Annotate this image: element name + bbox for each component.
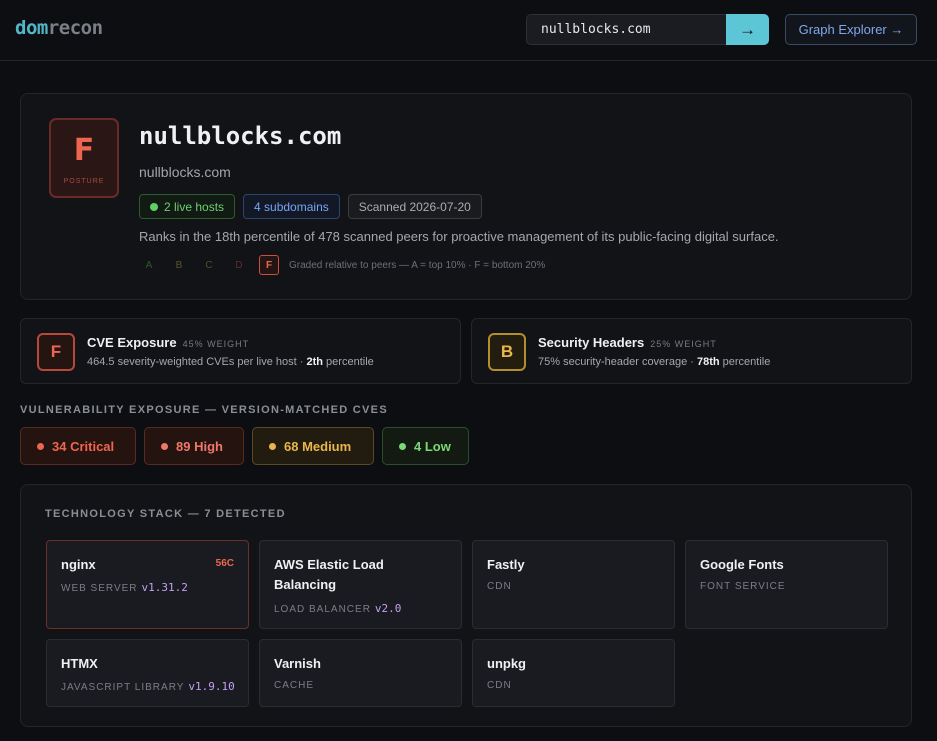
summary-pills: 2 live hosts 4 subdomains Scanned 2026-0…	[139, 194, 482, 219]
metric-title: Security Headers	[538, 335, 645, 350]
tech-card-nginx[interactable]: nginx 56C WEB SERVER v1.31.2	[46, 540, 249, 629]
tech-name: nginx	[61, 557, 96, 572]
tech-card-varnish[interactable]: Varnish CACHE	[259, 639, 462, 707]
vulnerability-section-label: VULNERABILITY EXPOSURE — VERSION-MATCHED…	[20, 404, 388, 416]
security-headers-title: Security Headers 25% WEIGHT	[538, 335, 717, 350]
tech-name: HTMX	[61, 656, 98, 671]
tech-card-htmx[interactable]: HTMX JAVASCRIPT LIBRARY v1.9.10	[46, 639, 249, 707]
logo-part-dom: dom	[15, 17, 48, 39]
grade-scale-c: C	[205, 259, 213, 271]
posture-grade-badge: F POSTURE	[49, 118, 119, 198]
subdomains-badge[interactable]: 4 subdomains	[243, 194, 340, 219]
tech-category-text: CDN	[487, 581, 512, 592]
tech-category-text: CACHE	[274, 680, 315, 691]
tech-category: CDN	[487, 581, 512, 592]
grade-scale-d: D	[235, 259, 243, 271]
security-headers-card[interactable]: B Security Headers 25% WEIGHT 75% securit…	[471, 318, 912, 384]
tech-name: Google Fonts	[700, 557, 784, 572]
grade-scale-note: Graded relative to peers — A = top 10% ·…	[289, 259, 546, 271]
tech-category-text: WEB SERVER	[61, 583, 138, 594]
metric-title: CVE Exposure	[87, 335, 177, 350]
cve-exposure-grade: F	[37, 333, 75, 371]
metric-percentile: 78th	[696, 356, 720, 368]
cve-exposure-card[interactable]: F CVE Exposure 45% WEIGHT 464.5 severity-…	[20, 318, 461, 384]
tech-version: v2.0	[374, 602, 402, 615]
tech-category: FONT SERVICE	[700, 581, 786, 592]
logo[interactable]: domrecon	[15, 17, 103, 39]
posture-grade: F	[73, 132, 95, 168]
tech-category: CDN	[487, 680, 512, 691]
metric-weight: 25% WEIGHT	[650, 339, 717, 349]
tech-category: WEB SERVER v1.31.2	[61, 581, 188, 594]
graph-explorer-button[interactable]: Graph Explorer →	[785, 14, 917, 45]
grade-scale-b: B	[175, 259, 183, 271]
critical-count: 34 Critical	[52, 438, 115, 454]
tech-card-google-fonts[interactable]: Google Fonts FONT SERVICE	[685, 540, 888, 629]
grade-scale: A B C D F Graded relative to peers — A =…	[139, 255, 545, 275]
tech-category-text: CDN	[487, 680, 512, 691]
technology-stack-title: TECHNOLOGY STACK — 7 DETECTED	[45, 508, 286, 520]
logo-part-recon: recon	[47, 17, 103, 39]
tech-name: AWS Elastic Load Balancing	[274, 557, 384, 592]
top-bar: domrecon → Graph Explorer →	[0, 0, 937, 61]
high-dot-icon	[161, 442, 168, 450]
medium-cve-chip[interactable]: 68 Medium	[252, 427, 374, 465]
status-dot-icon	[150, 202, 158, 211]
arrow-right-icon: →	[739, 19, 756, 39]
metric-percentile: 2th	[306, 356, 324, 368]
tech-category-text: JAVASCRIPT LIBRARY	[61, 682, 185, 693]
domain-search-input[interactable]	[526, 14, 726, 45]
high-count: 89 High	[176, 438, 223, 454]
tech-category-text: FONT SERVICE	[700, 581, 786, 592]
high-cve-chip[interactable]: 89 High	[144, 427, 244, 465]
tech-version: v1.31.2	[141, 581, 188, 594]
cve-exposure-desc: 464.5 severity-weighted CVEs per live ho…	[87, 356, 374, 368]
tech-card-aws-elb[interactable]: AWS Elastic Load Balancing LOAD BALANCER…	[259, 540, 462, 629]
tech-card-fastly[interactable]: Fastly CDN	[472, 540, 675, 629]
cve-exposure-title: CVE Exposure 45% WEIGHT	[87, 335, 249, 350]
metric-desc-suffix: percentile	[719, 356, 771, 368]
security-headers-desc: 75% security-header coverage · 78th perc…	[538, 356, 770, 368]
grade-scale-f: F	[259, 255, 279, 275]
subdomains-text: 4 subdomains	[254, 199, 329, 214]
metric-desc-text: 75% security-header coverage ·	[538, 356, 697, 368]
percentile-description: Ranks in the 18th percentile of 478 scan…	[139, 229, 779, 244]
tech-category: LOAD BALANCER v2.0	[274, 602, 401, 615]
tech-name: Varnish	[274, 656, 321, 671]
metric-weight: 45% WEIGHT	[182, 339, 250, 349]
medium-count: 68 Medium	[284, 438, 352, 454]
tech-name: Fastly	[487, 557, 525, 572]
critical-cve-chip[interactable]: 34 Critical	[20, 427, 136, 465]
scanned-date-badge: Scanned 2026-07-20	[347, 194, 482, 219]
domain-summary-card: F POSTURE nullblocks.com nullblocks.com …	[20, 93, 912, 300]
live-hosts-badge[interactable]: 2 live hosts	[139, 194, 236, 219]
metric-desc-text: 464.5 severity-weighted CVEs per live ho…	[87, 356, 307, 368]
technology-stack-panel: TECHNOLOGY STACK — 7 DETECTED nginx 56C …	[20, 484, 912, 727]
low-cve-chip[interactable]: 4 Low	[382, 427, 469, 465]
tech-category-text: LOAD BALANCER	[274, 604, 371, 615]
grade-scale-a: A	[145, 259, 153, 271]
domain-subtitle: nullblocks.com	[139, 164, 231, 180]
scanned-date-text: Scanned 2026-07-20	[358, 199, 471, 214]
tech-name: unpkg	[487, 656, 526, 671]
search-submit-button[interactable]: →	[726, 14, 769, 45]
medium-dot-icon	[269, 442, 276, 450]
tech-version: v1.9.10	[188, 680, 235, 693]
tech-cve-count: 56C	[215, 558, 234, 569]
tech-category: JAVASCRIPT LIBRARY v1.9.10	[61, 680, 235, 693]
security-headers-grade: B	[488, 333, 526, 371]
posture-label: POSTURE	[63, 177, 105, 185]
low-count: 4 Low	[414, 438, 451, 454]
critical-dot-icon	[37, 442, 44, 450]
live-hosts-text: 2 live hosts	[164, 199, 225, 214]
low-dot-icon	[399, 442, 406, 450]
metric-desc-suffix: percentile	[323, 356, 374, 368]
tech-category: CACHE	[274, 680, 314, 691]
page-title: nullblocks.com	[139, 122, 342, 150]
tech-card-unpkg[interactable]: unpkg CDN	[472, 639, 675, 707]
